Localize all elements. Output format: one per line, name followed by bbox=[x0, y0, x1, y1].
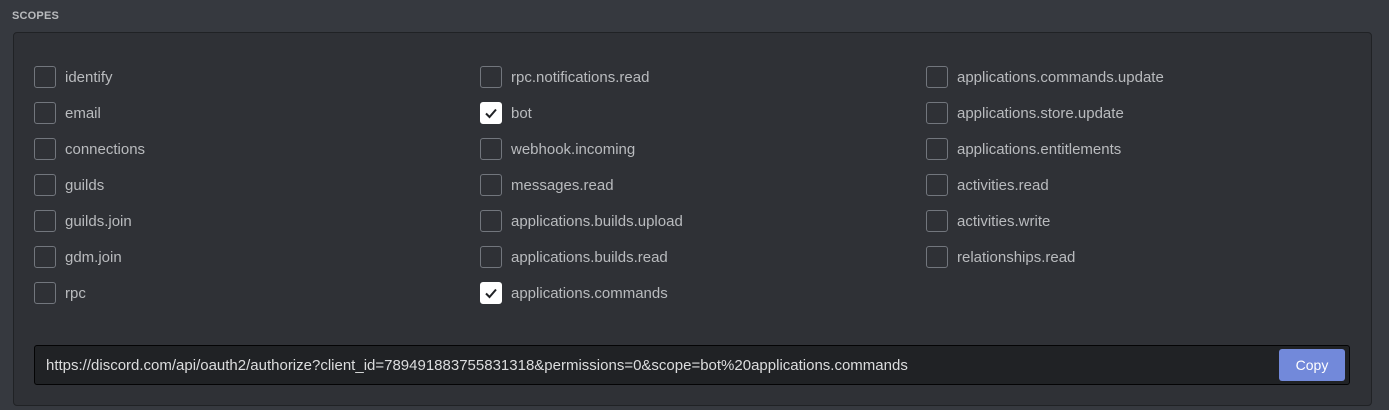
scope-checkbox[interactable] bbox=[34, 246, 56, 268]
scope-label: relationships.read bbox=[957, 248, 1076, 266]
scope-column: applications.commands.update applications… bbox=[926, 65, 1372, 317]
generated-url-text[interactable]: https://discord.com/api/oauth2/authorize… bbox=[46, 357, 1279, 374]
scopes-panel: identify email connections guilds guilds.joi… bbox=[13, 32, 1372, 406]
scope-option-gdm-join[interactable]: gdm.join bbox=[34, 245, 480, 269]
generated-url-field[interactable]: https://discord.com/api/oauth2/authorize… bbox=[34, 345, 1350, 385]
scope-checkbox[interactable] bbox=[34, 102, 56, 124]
scope-label: applications.builds.read bbox=[511, 248, 668, 266]
scope-label: identify bbox=[65, 68, 113, 86]
scope-label: connections bbox=[65, 140, 146, 158]
scope-option-activities-read[interactable]: activities.read bbox=[926, 173, 1372, 197]
scope-checkbox[interactable] bbox=[926, 138, 948, 160]
scope-option-rpc-notifications-read[interactable]: rpc.notifications.read bbox=[480, 65, 926, 89]
scope-option-email[interactable]: email bbox=[34, 101, 480, 125]
scope-checkbox[interactable] bbox=[926, 246, 948, 268]
checkmark-icon bbox=[485, 288, 497, 299]
scope-option-applications-builds-upload[interactable]: applications.builds.upload bbox=[480, 209, 926, 233]
scope-label: bot bbox=[511, 104, 532, 122]
scope-option-guilds-join[interactable]: guilds.join bbox=[34, 209, 480, 233]
scope-checkbox[interactable] bbox=[480, 66, 502, 88]
scope-option-applications-commands-update[interactable]: applications.commands.update bbox=[926, 65, 1372, 89]
scope-checkbox[interactable] bbox=[480, 246, 502, 268]
scope-label: applications.store.update bbox=[957, 104, 1124, 122]
scope-option-relationships-read[interactable]: relationships.read bbox=[926, 245, 1372, 269]
scope-label: webhook.incoming bbox=[511, 140, 636, 158]
scope-label: applications.commands bbox=[511, 284, 668, 302]
scope-checkbox[interactable] bbox=[34, 282, 56, 304]
scope-checkbox[interactable] bbox=[926, 66, 948, 88]
scope-checkbox[interactable] bbox=[34, 66, 56, 88]
scope-label: gdm.join bbox=[65, 248, 122, 266]
scope-checkbox[interactable] bbox=[480, 174, 502, 196]
scope-label: rpc.notifications.read bbox=[511, 68, 650, 86]
scopes-grid: identify email connections guilds guilds.joi… bbox=[34, 65, 1372, 317]
scope-label: applications.builds.upload bbox=[511, 212, 683, 230]
scope-label: activities.read bbox=[957, 176, 1049, 194]
scope-option-webhook-incoming[interactable]: webhook.incoming bbox=[480, 137, 926, 161]
scope-checkbox[interactable] bbox=[926, 174, 948, 196]
scope-checkbox[interactable] bbox=[34, 174, 56, 196]
scope-option-guilds[interactable]: guilds bbox=[34, 173, 480, 197]
scope-label: applications.entitlements bbox=[957, 140, 1122, 158]
scope-checkbox[interactable] bbox=[480, 102, 502, 124]
scope-label: guilds.join bbox=[65, 212, 132, 230]
checkmark-icon bbox=[485, 108, 497, 119]
scope-checkbox[interactable] bbox=[34, 210, 56, 232]
scope-checkbox[interactable] bbox=[926, 210, 948, 232]
scope-label: applications.commands.update bbox=[957, 68, 1164, 86]
scope-option-applications-store-update[interactable]: applications.store.update bbox=[926, 101, 1372, 125]
scope-option-applications-builds-read[interactable]: applications.builds.read bbox=[480, 245, 926, 269]
scope-checkbox[interactable] bbox=[34, 138, 56, 160]
scope-column: identify email connections guilds guilds.joi… bbox=[34, 65, 480, 317]
scope-label: activities.write bbox=[957, 212, 1051, 230]
scope-label: guilds bbox=[65, 176, 105, 194]
scope-option-connections[interactable]: connections bbox=[34, 137, 480, 161]
scope-option-messages-read[interactable]: messages.read bbox=[480, 173, 926, 197]
section-title: SCOPES bbox=[12, 10, 60, 22]
scope-option-applications-entitlements[interactable]: applications.entitlements bbox=[926, 137, 1372, 161]
scope-label: email bbox=[65, 104, 101, 122]
scope-option-bot[interactable]: bot bbox=[480, 101, 926, 125]
scope-checkbox[interactable] bbox=[480, 282, 502, 304]
scope-option-rpc[interactable]: rpc bbox=[34, 281, 480, 305]
scope-checkbox[interactable] bbox=[480, 210, 502, 232]
scope-label: messages.read bbox=[511, 176, 614, 194]
scope-option-identify[interactable]: identify bbox=[34, 65, 480, 89]
scope-checkbox[interactable] bbox=[926, 102, 948, 124]
scope-option-activities-write[interactable]: activities.write bbox=[926, 209, 1372, 233]
scope-checkbox[interactable] bbox=[480, 138, 502, 160]
copy-button[interactable]: Copy bbox=[1279, 349, 1345, 381]
scope-label: rpc bbox=[65, 284, 86, 302]
scope-column: rpc.notifications.read bot webhook.incomin… bbox=[480, 65, 926, 317]
scope-option-applications-commands[interactable]: applications.commands bbox=[480, 281, 926, 305]
